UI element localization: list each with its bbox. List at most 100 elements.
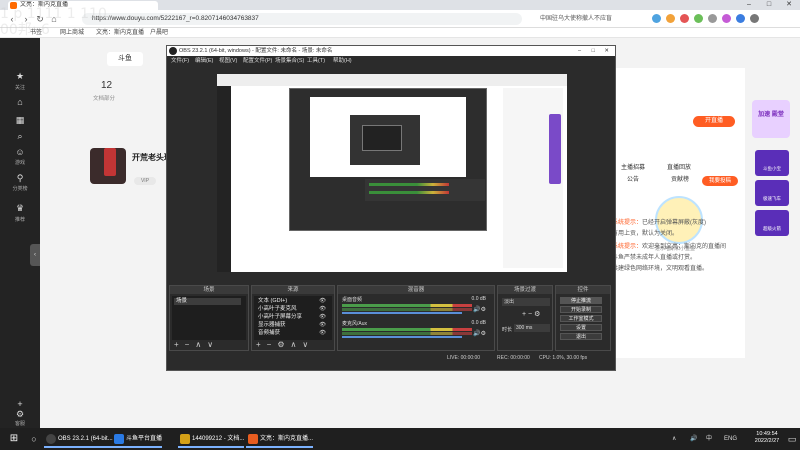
studio-mode-button[interactable]: 工作室模式 xyxy=(560,315,602,322)
start-live-button[interactable]: 开直播 xyxy=(693,116,735,127)
visibility-eye-icon[interactable]: 👁 xyxy=(319,322,326,329)
preview-promo xyxy=(549,114,561,184)
clock[interactable]: 10:49:54 2022/2/27 xyxy=(750,431,784,445)
notifications-icon[interactable]: ▭ xyxy=(786,433,798,445)
transition-select[interactable]: 淡出 xyxy=(502,298,550,306)
visibility-eye-icon[interactable]: 👁 xyxy=(319,306,326,313)
extension-icon[interactable] xyxy=(652,14,661,23)
controls-dock: 控件 停止推流 开始录制 工作室模式 设置 退出 xyxy=(555,285,611,351)
move-up-button[interactable]: ∧ xyxy=(195,340,201,349)
volume-slider[interactable] xyxy=(342,336,462,338)
recommend-icon[interactable]: ♛ xyxy=(13,202,27,214)
obs-close-button[interactable]: ✕ xyxy=(604,46,609,56)
mute-icon[interactable]: 🔊⚙ xyxy=(473,306,486,313)
menu-icon[interactable] xyxy=(750,14,759,23)
bookmark-item[interactable]: 户晨吧 xyxy=(150,29,168,37)
minimize-button[interactable]: – xyxy=(740,0,758,10)
menu-profile[interactable]: 配置文件(P) xyxy=(243,57,272,65)
promo-badge[interactable]: 加速 殿堂 xyxy=(752,100,790,138)
tab-notice[interactable]: 公告 xyxy=(627,174,639,183)
move-up-button[interactable]: ∧ xyxy=(291,340,297,349)
category-icon[interactable]: ⚲ xyxy=(13,172,27,184)
menu-help[interactable]: 帮助(H) xyxy=(333,57,352,65)
preview-meter xyxy=(369,191,449,194)
search-suggestion[interactable]: 中国驻乌大使称撤人不应盲 xyxy=(540,13,640,25)
extension-icon[interactable] xyxy=(736,14,745,23)
home-nav-icon[interactable]: ⌂ xyxy=(13,96,27,108)
extension-icon[interactable] xyxy=(694,14,703,23)
tab-recruit[interactable]: 主播招募 xyxy=(621,162,645,171)
visibility-eye-icon[interactable]: 👁 xyxy=(319,314,326,321)
douyu-logo[interactable]: 斗鱼 xyxy=(107,52,143,66)
settings-button[interactable]: 设置 xyxy=(560,324,602,331)
url-input[interactable]: https://www.douyu.com/5222167_r=0.820714… xyxy=(82,13,522,25)
submit-button[interactable]: 我要投稿 xyxy=(702,176,738,186)
start-recording-button[interactable]: 开始录制 xyxy=(560,306,602,313)
ime-icon[interactable]: 中 xyxy=(706,433,712,445)
exit-button[interactable]: 退出 xyxy=(560,333,602,340)
start-icon[interactable]: ⊞ xyxy=(8,433,20,445)
preview-nested-core-inner xyxy=(362,125,402,151)
close-button[interactable]: ✕ xyxy=(780,0,798,10)
level-meter xyxy=(342,308,472,311)
tab-ranking[interactable]: 贡献榜 xyxy=(671,174,689,183)
menu-file[interactable]: 文件(F) xyxy=(171,57,189,65)
tray-expand-icon[interactable]: ∧ xyxy=(672,433,676,445)
source-item[interactable]: 文本 (GDI+) 👁 xyxy=(256,298,330,305)
scenes-dock-title: 场景 xyxy=(170,286,248,294)
promo-card[interactable]: 超级火箭 xyxy=(755,210,789,236)
maximize-button[interactable]: □ xyxy=(760,0,778,10)
obs-preview[interactable] xyxy=(217,74,567,272)
duration-input[interactable]: 300 ms xyxy=(514,324,550,332)
stop-streaming-button[interactable]: 停止推流 xyxy=(560,297,602,304)
tab-replay[interactable]: 直播回放 xyxy=(667,162,691,171)
rec-timer: REC: 00:00:00 xyxy=(497,355,530,361)
volume-slider[interactable] xyxy=(342,312,462,314)
taskbar-app-document[interactable]: 144099212 - 文档... xyxy=(178,430,245,448)
grid-icon[interactable]: ▦ xyxy=(13,114,27,126)
taskbar-app-obs[interactable]: OBS 23.2.1 (64-bit... xyxy=(44,430,113,448)
extension-icon[interactable] xyxy=(722,14,731,23)
search-icon[interactable]: ⌕ xyxy=(13,130,27,142)
taskbar-app-douyu[interactable]: 斗鱼平台直播 xyxy=(112,430,163,448)
promo-card[interactable]: 极速飞车 xyxy=(755,180,789,206)
search-icon[interactable]: ○ xyxy=(28,433,40,445)
taskbar-app-browser[interactable]: 文亮：斯内克直播... xyxy=(246,430,314,448)
menu-tools[interactable]: 工具(T) xyxy=(307,57,325,65)
follow-icon[interactable]: ★ xyxy=(13,70,27,82)
level-meter xyxy=(342,304,472,307)
collapse-sidebar-button[interactable]: ‹ xyxy=(30,244,40,266)
language-indicator[interactable]: ENG xyxy=(724,433,737,445)
source-item[interactable]: 显示器捕获 👁 xyxy=(256,322,330,329)
menu-view[interactable]: 视图(V) xyxy=(219,57,237,65)
source-item[interactable]: 音频捕获 👁 xyxy=(256,330,330,337)
extension-icon[interactable] xyxy=(680,14,689,23)
scene-item[interactable]: 场景 xyxy=(174,298,241,305)
menu-edit[interactable]: 编辑(E) xyxy=(195,57,213,65)
mute-icon[interactable]: 🔊⚙ xyxy=(473,330,486,337)
remove-scene-button[interactable]: − xyxy=(185,340,190,349)
source-settings-icon[interactable]: ⚙ xyxy=(277,340,284,349)
extension-icon[interactable] xyxy=(708,14,717,23)
settings-icon[interactable]: ⚙ xyxy=(13,408,27,420)
channel-name: 麦克风/Aux xyxy=(342,321,368,327)
game-icon[interactable]: ☺ xyxy=(13,146,27,158)
remove-source-button[interactable]: − xyxy=(267,340,272,349)
move-down-button[interactable]: ∨ xyxy=(302,340,308,349)
extension-icon[interactable] xyxy=(666,14,675,23)
promo-card[interactable]: 斗鱼小宝 xyxy=(755,150,789,176)
volume-icon[interactable]: 🔊 xyxy=(690,433,697,445)
obs-minimize-button[interactable]: – xyxy=(578,46,581,56)
sources-dock-title: 来源 xyxy=(252,286,334,294)
source-item[interactable]: 小高叶子麦克风 👁 xyxy=(256,306,330,313)
scenes-toolbar: + − ∧ ∨ xyxy=(174,340,219,349)
menu-scene-collection[interactable]: 场景集合(S) xyxy=(275,57,304,65)
add-scene-button[interactable]: + xyxy=(174,340,179,349)
visibility-eye-icon[interactable]: 👁 xyxy=(319,298,326,305)
add-source-button[interactable]: + xyxy=(256,340,261,349)
move-down-button[interactable]: ∨ xyxy=(207,340,213,349)
source-item[interactable]: 小高叶子屏幕分享 👁 xyxy=(256,314,330,321)
visibility-eye-icon[interactable]: 👁 xyxy=(319,330,326,337)
obs-maximize-button[interactable]: □ xyxy=(592,46,595,56)
transition-add-remove[interactable]: + − ⚙ xyxy=(522,310,540,318)
